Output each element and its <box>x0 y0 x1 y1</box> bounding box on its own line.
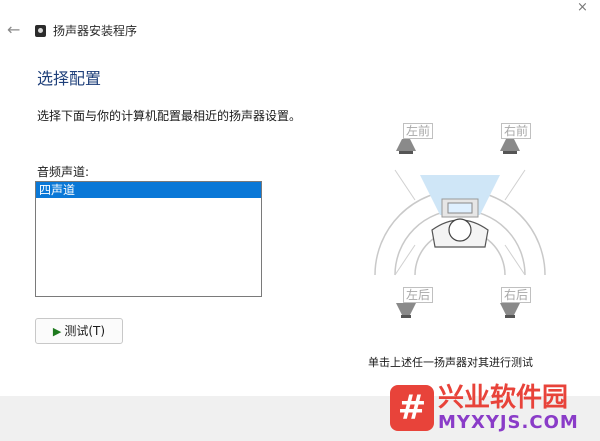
test-button[interactable]: ▶ 测试(T) <box>35 318 123 344</box>
window-title: 扬声器安装程序 <box>53 24 138 38</box>
diagram-caption: 单击上述任一扬声器对其进行测试 <box>368 356 533 369</box>
list-item-four-channel[interactable]: 四声道 <box>36 182 261 198</box>
listening-area-graphic <box>374 169 546 276</box>
rear-left-speaker-icon[interactable] <box>396 303 416 319</box>
speaker-label-rear-right: 右后 <box>501 287 532 303</box>
front-right-speaker-icon[interactable] <box>500 139 520 155</box>
audio-channels-label: 音频声道: <box>37 165 90 179</box>
watermark-name: 兴业软件园 <box>438 383 569 413</box>
title-bar: ← 扬声器安装程序 × <box>0 0 600 52</box>
close-icon[interactable]: × <box>577 0 588 15</box>
play-icon: ▶ <box>52 325 62 338</box>
watermark-hash-icon: # <box>390 385 434 431</box>
speaker-label-front-right: 右前 <box>501 123 532 139</box>
speaker-label-front-left: 左前 <box>403 123 434 139</box>
audio-channels-listbox[interactable]: 四声道 <box>35 181 262 297</box>
rear-right-speaker-icon[interactable] <box>500 303 520 319</box>
page-description: 选择下面与你的计算机配置最相近的扬声器设置。 <box>37 109 302 123</box>
watermark-domain: MYXYJS.COM <box>438 412 579 433</box>
speaker-app-icon <box>35 25 46 37</box>
front-left-speaker-icon[interactable] <box>396 139 416 155</box>
page-title: 选择配置 <box>37 69 102 88</box>
watermark-logo: # 兴业软件园 MYXYJS.COM <box>390 382 595 434</box>
test-button-label: 测试(T) <box>64 324 106 338</box>
speaker-diagram: 左前 右前 左后 右后 <box>360 115 560 345</box>
speaker-label-rear-left: 左后 <box>403 287 434 303</box>
back-arrow-icon[interactable]: ← <box>7 22 23 38</box>
